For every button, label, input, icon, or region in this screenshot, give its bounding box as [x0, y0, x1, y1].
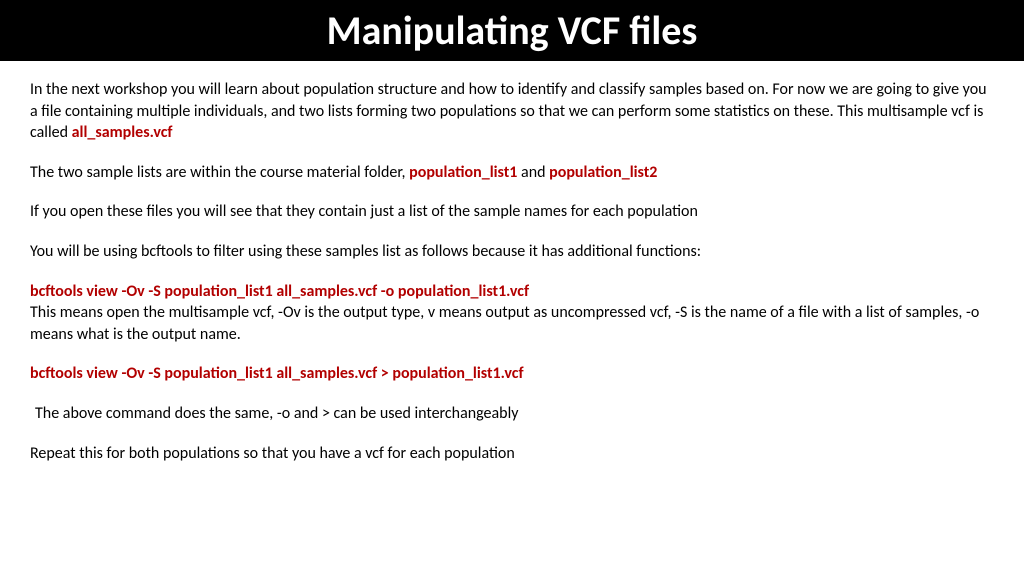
- paragraph-file-contents: If you open these files you will see tha…: [30, 201, 994, 223]
- text: and: [517, 163, 549, 182]
- paragraph-intro: In the next workshop you will learn abou…: [30, 79, 994, 144]
- command-1-explanation: This means open the multisample vcf, -Ov…: [30, 302, 994, 345]
- command-1: bcftools view -Ov -S population_list1 al…: [30, 281, 994, 303]
- content-area: In the next workshop you will learn abou…: [0, 61, 1024, 500]
- page-title: Manipulating VCF files: [0, 0, 1024, 61]
- command-block-2: bcftools view -Ov -S population_list1 al…: [30, 363, 994, 385]
- command-block-1: bcftools view -Ov -S population_list1 al…: [30, 281, 994, 346]
- filename-all-samples: all_samples.vcf: [72, 123, 173, 142]
- text: The two sample lists are within the cour…: [30, 163, 409, 182]
- filename-pop1: population_list1: [409, 163, 517, 182]
- paragraph-repeat: Repeat this for both populations so that…: [30, 443, 994, 465]
- text: In the next workshop you will learn abou…: [30, 80, 987, 142]
- paragraph-bcftools-intro: You will be using bcftools to filter usi…: [30, 241, 994, 263]
- command-2: bcftools view -Ov -S population_list1 al…: [30, 363, 994, 385]
- filename-pop2: population_list2: [549, 163, 657, 182]
- paragraph-cmd-note: The above command does the same, -o and …: [30, 403, 994, 425]
- paragraph-sample-lists: The two sample lists are within the cour…: [30, 162, 994, 184]
